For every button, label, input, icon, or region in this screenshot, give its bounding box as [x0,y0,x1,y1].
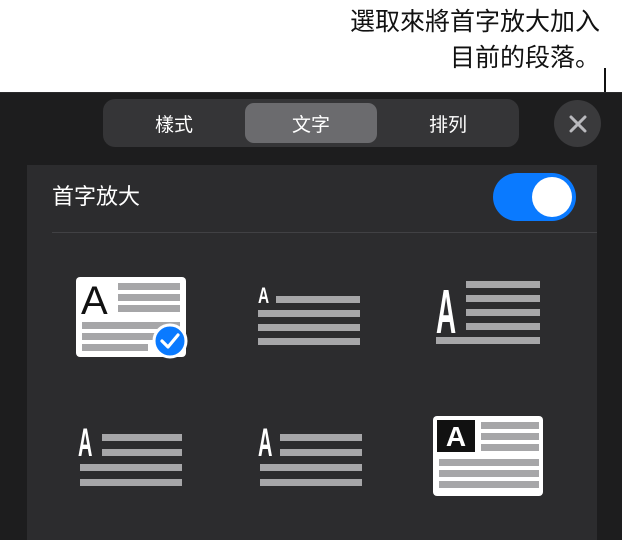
close-icon [569,115,586,132]
panel-top-edge [0,92,622,93]
callout-line-1: 選取來將首字放大加入 [349,7,600,36]
toggle-knob [532,177,572,217]
tab-segmented-control: 樣式 文字 排列 [103,99,519,147]
drop-cap-toggle[interactable] [493,173,576,221]
drop-cap-style-6[interactable]: A [433,416,545,498]
drop-cap-style-3[interactable]: A [436,279,542,351]
style-4-letter: A [78,420,92,465]
drop-cap-style-4[interactable]: A [78,420,184,490]
callout-text: 選取來將首字放大加入 目前的段落。 [200,4,600,76]
style-1-letter: A [81,279,108,323]
tab-style-label: 樣式 [154,113,193,136]
callout-line-2: 目前的段落。 [449,43,600,72]
tab-style[interactable]: 樣式 [107,103,241,143]
checkmark-badge [152,323,188,359]
tab-text-label: 文字 [291,113,330,136]
tab-text[interactable]: 文字 [245,103,377,143]
drop-cap-style-5[interactable]: A [258,420,364,490]
style-3-letter: A [436,279,456,347]
drop-cap-style-1[interactable]: A [76,277,188,359]
drop-cap-style-2-preview: A [258,284,360,345]
drop-cap-style-4-preview: A [78,420,182,486]
row-divider [52,232,597,233]
style-6-letter: A [446,421,466,452]
style-5-letter: A [258,420,272,465]
drop-cap-label: 首字放大 [52,185,141,210]
drop-cap-style-3-preview: A [436,279,540,347]
close-button[interactable] [554,100,601,147]
drop-cap-style-2[interactable]: A [258,283,362,349]
tab-arrange-label: 排列 [428,113,467,136]
style-2-letter: A [258,284,269,308]
drop-cap-style-1-preview: A [76,277,188,359]
drop-cap-style-6-preview: A [433,416,543,496]
drop-cap-style-5-preview: A [258,420,362,486]
tab-arrange[interactable]: 排列 [381,103,515,143]
